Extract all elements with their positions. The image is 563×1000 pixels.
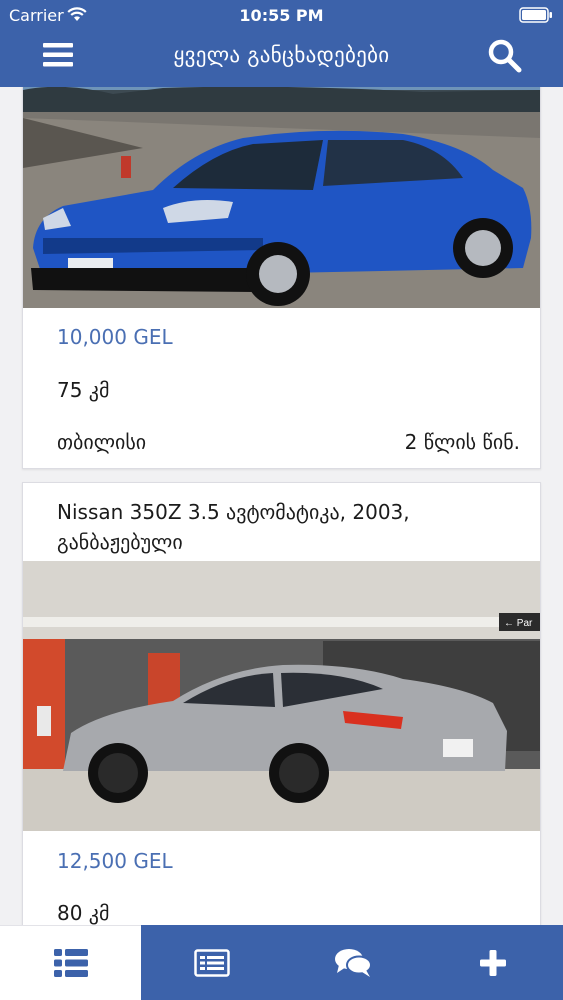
search-icon[interactable]	[487, 38, 523, 74]
page-title: ყველა განცხადებები	[173, 43, 390, 67]
app-screen: Carrier 10:55 PM ყველა განცხადებები 10,0…	[0, 0, 563, 1000]
listing-posted-time: 2 წლის წინ.	[404, 430, 520, 454]
clock: 10:55 PM	[239, 6, 324, 25]
chat-bubbles-icon	[334, 948, 372, 977]
header: Carrier 10:55 PM ყველა განცხადებები	[0, 0, 563, 87]
battery-icon	[519, 7, 552, 23]
tab-messages[interactable]	[282, 925, 423, 1000]
listing-photo-blue-sedan[interactable]	[23, 87, 540, 308]
tab-my-ads[interactable]	[141, 925, 282, 1000]
ad-card-icon	[193, 948, 230, 977]
tab-bar	[0, 925, 563, 1000]
svg-text:← Par: ← Par	[504, 618, 533, 629]
listing-card[interactable]: Nissan 350Z 3.5 ავტომატიკა, 2003, განბაჟ…	[22, 482, 541, 925]
listing-card[interactable]: 10,000 GEL 75 კმ თბილისი 2 წლის წინ.	[22, 87, 541, 469]
list-icon	[53, 949, 88, 977]
listing-city: თბილისი	[57, 430, 147, 454]
plus-icon	[480, 949, 506, 976]
tab-add-listing[interactable]	[423, 925, 563, 1000]
nav-bar: ყველა განცხადებები	[0, 30, 563, 87]
tab-listings[interactable]	[0, 925, 141, 1000]
listing-mileage: 80 კმ	[57, 901, 110, 925]
listing-title: Nissan 350Z 3.5 ავტომატიკა, 2003, განბაჟ…	[57, 500, 410, 554]
listing-photo-silver-coupe[interactable]: ← Par	[23, 561, 540, 831]
listing-price: 12,500 GEL	[57, 849, 173, 873]
listing-price: 10,000 GEL	[57, 325, 173, 349]
status-bar: Carrier 10:55 PM	[0, 0, 563, 30]
listing-mileage: 75 კმ	[57, 378, 110, 402]
listing-feed[interactable]: 10,000 GEL 75 კმ თბილისი 2 წლის წინ. Nis…	[0, 87, 563, 925]
